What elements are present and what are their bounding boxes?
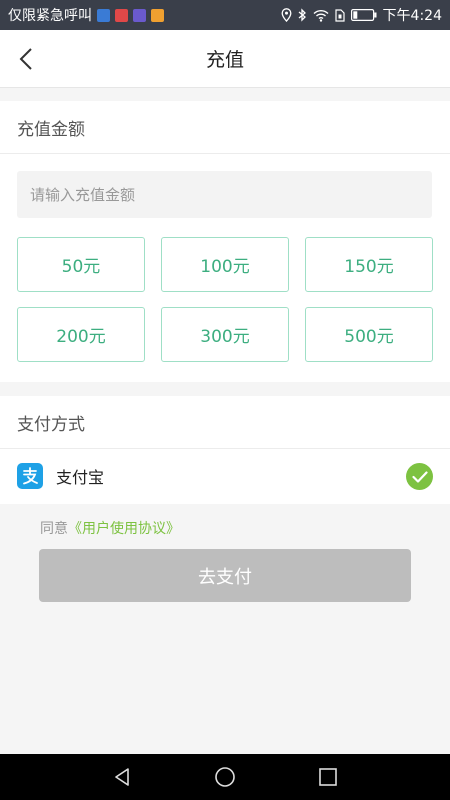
wifi-icon [313,9,329,22]
amount-option-300[interactable]: 300元 [161,307,289,362]
nav-home-button[interactable] [205,757,245,797]
battery-icon [350,9,377,21]
user-agreement-link[interactable]: 《用户使用协议》 [68,521,180,537]
location-icon [281,8,292,22]
back-button[interactable] [12,44,40,74]
amount-option-200[interactable]: 200元 [17,307,145,362]
payment-method-section: 支付方式 支付宝 [0,396,450,504]
section-title: 充值金额 [0,101,450,154]
app-notification-icon [151,8,164,22]
amount-option-500[interactable]: 500元 [305,307,433,362]
clock: 下午4:24 [382,8,442,24]
agreement-text: 同意《用户使用协议》 [40,518,180,538]
square-recents-icon [319,768,338,786]
pay-button[interactable]: 去支付 [39,549,411,602]
page-title: 充值 [205,49,244,71]
recharge-amount-section: 充值金额 50元 100元 150元 200元 300元 500元 [0,101,450,382]
nav-bar: 充值 [0,30,450,88]
nav-back-button[interactable] [102,757,142,797]
back-arrow-icon [19,48,32,70]
selected-check-icon[interactable] [406,463,433,490]
payment-option-alipay[interactable]: 支付宝 [0,449,450,503]
circle-home-icon [215,767,235,787]
payment-method-label: 支付宝 [56,468,105,487]
system-nav-bar [0,754,450,800]
bluetooth-icon [298,8,307,22]
status-bar: 仅限紧急呼叫 下午4:24 [0,0,450,30]
app-notification-icon [115,8,128,22]
nav-recents-button[interactable] [308,757,348,797]
triangle-back-icon [114,768,129,786]
app-notification-icon [97,8,110,22]
amount-input[interactable] [17,171,432,218]
amount-option-100[interactable]: 100元 [161,237,289,292]
agreement-prefix: 同意 [40,521,68,537]
amount-option-150[interactable]: 150元 [305,237,433,292]
amount-option-50[interactable]: 50元 [17,237,145,292]
carrier-text: 仅限紧急呼叫 [8,8,92,24]
alipay-icon [17,463,43,489]
section-title: 支付方式 [0,396,450,449]
sim-icon [334,8,345,22]
app-notification-icon [133,8,146,22]
